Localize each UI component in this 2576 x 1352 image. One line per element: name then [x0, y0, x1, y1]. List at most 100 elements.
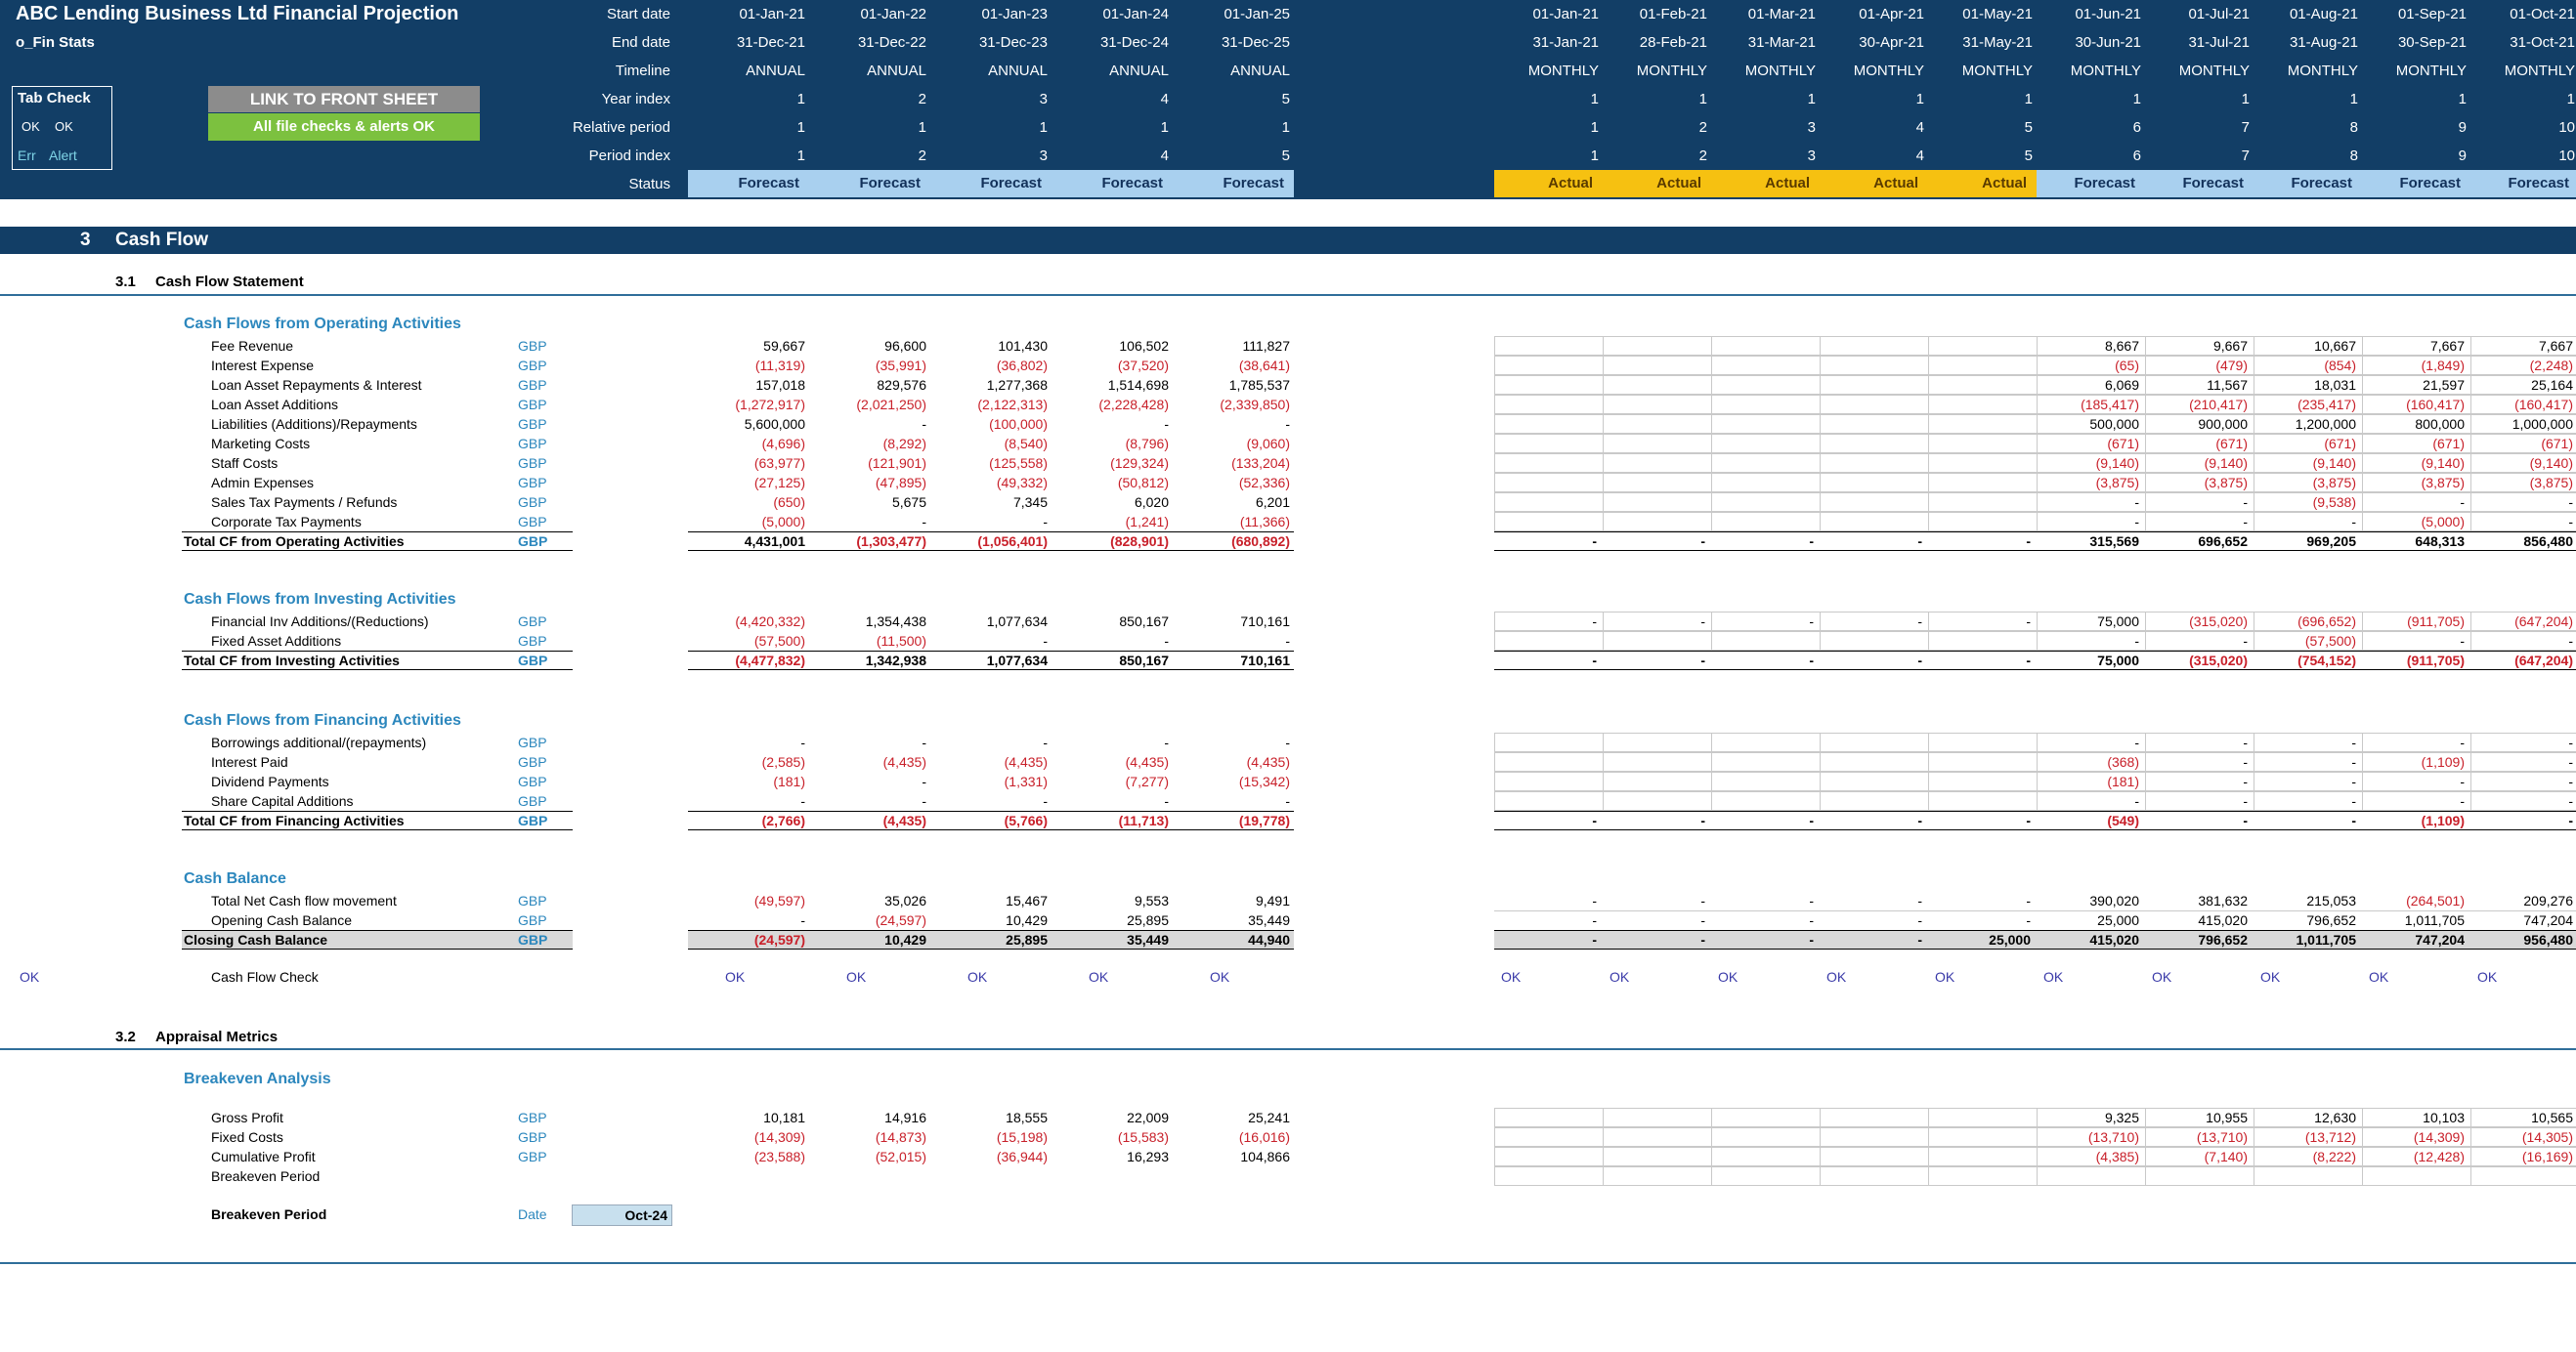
tab-check-box: Tab Check OK OK Err Alert — [12, 86, 112, 170]
check-ok-flag: OK — [1610, 969, 1630, 985]
row-staff: Staff Costs GBP (63,977) (121,901) (125,558)… — [0, 453, 2576, 473]
check-ok-flag: OK — [725, 969, 746, 985]
row-totfin: Total CF from Financing Activities GBP (2,… — [0, 811, 2576, 830]
row-unit: GBP — [518, 338, 547, 354]
annual-value: 35,449 — [1248, 912, 1290, 928]
monthly-value: - — [2243, 754, 2248, 770]
grid-cell — [1711, 492, 1821, 512]
grid-cell — [1494, 395, 1604, 414]
grid-cell — [1603, 492, 1712, 512]
monthly-value: 315,569 — [2089, 533, 2139, 549]
monthly-value: 10,103 — [2423, 1110, 2465, 1125]
annual-value: 710,161 — [1240, 653, 1290, 668]
row-label: Total CF from Financing Activities — [184, 813, 405, 828]
monthly-value: (9,140) — [2421, 455, 2465, 471]
row-fixedc: Fixed Costs GBP (14,309) (14,873) (15,198) (1… — [0, 1127, 2576, 1147]
header-monthly-timeline: MONTHLY — [1744, 63, 1816, 79]
row-unit: GBP — [518, 1110, 547, 1125]
grid-cell — [1820, 434, 1929, 453]
monthly-value: - — [2568, 735, 2573, 750]
annual-value: (1,303,477) — [856, 533, 926, 549]
row-label: Corporate Tax Payments — [211, 514, 362, 529]
grid-cell — [1494, 512, 1604, 531]
grid-cell — [1928, 375, 2038, 395]
monthly-value: - — [1592, 533, 1597, 549]
total-top-rule — [688, 531, 1294, 532]
grid-cell — [1820, 375, 1929, 395]
monthly-value: - — [2134, 494, 2139, 510]
status-forecast-cell: Forecast — [809, 170, 930, 197]
annual-value: (11,500) — [876, 633, 926, 649]
sheet-name: o_Fin Stats — [16, 34, 95, 51]
header-monthly-idx: 6 — [2132, 148, 2141, 164]
monthly-value: - — [1809, 893, 1814, 908]
row-label: Fixed Costs — [211, 1129, 283, 1145]
annual-value: 106,502 — [1119, 338, 1169, 354]
annual-value: 101,430 — [998, 338, 1048, 354]
grid-cell — [1820, 492, 1929, 512]
monthly-value: - — [1917, 932, 1922, 948]
annual-value: (11,319) — [754, 358, 805, 373]
file-checks-status[interactable]: All file checks & alerts OK — [208, 113, 480, 141]
monthly-value: (14,305) — [2521, 1129, 2573, 1145]
monthly-value: - — [1917, 533, 1922, 549]
monthly-value: - — [1917, 613, 1922, 629]
monthly-value: - — [2460, 774, 2465, 789]
monthly-value: - — [2568, 514, 2573, 529]
total-top-rule — [182, 531, 573, 532]
monthly-value: 390,020 — [2089, 893, 2139, 908]
annual-value: - — [800, 912, 805, 928]
row-cumprof: Cumulative Profit GBP (23,588) (52,015) (36,… — [0, 1147, 2576, 1166]
header-annual-timeline: ANNUAL — [1230, 63, 1290, 79]
annual-value: (14,873) — [875, 1129, 926, 1145]
monthly-value: 9,667 — [2212, 338, 2248, 354]
row-unit: GBP — [518, 754, 547, 770]
monthly-value: - — [1592, 932, 1597, 948]
grid-cell — [1928, 473, 2038, 492]
monthly-value: 696,652 — [2198, 533, 2248, 549]
annual-value: (15,583) — [1117, 1129, 1169, 1145]
header-monthly-timeline: MONTHLY — [2504, 63, 2575, 79]
breakeven-period-value[interactable]: Oct-24 — [572, 1204, 672, 1226]
annual-value: (11,713) — [1118, 813, 1169, 828]
monthly-value: - — [2568, 754, 2573, 770]
monthly-value: - — [1592, 912, 1597, 928]
row-label: Total Net Cash flow movement — [211, 893, 397, 908]
annual-value: (5,766) — [1004, 813, 1048, 828]
monthly-value: - — [2351, 514, 2356, 529]
row-totinv: Total CF from Investing Activities GBP (4,… — [0, 651, 2576, 670]
subsection-rule — [0, 294, 2576, 296]
annual-value: 850,167 — [1119, 653, 1169, 668]
monthly-value: 415,020 — [2089, 932, 2139, 948]
monthly-value: (1,109) — [2421, 813, 2465, 828]
monthly-value: 9,325 — [2104, 1110, 2139, 1125]
row-unit: GBP — [518, 613, 547, 629]
monthly-value: - — [2568, 633, 2573, 649]
monthly-value: 500,000 — [2089, 416, 2139, 432]
total-bottom-rule — [688, 949, 1294, 950]
header-annual-start: 01-Jan-21 — [739, 6, 805, 22]
monthly-value: (315,020) — [2189, 613, 2248, 629]
annual-value: (4,435) — [1004, 754, 1048, 770]
annual-value: 157,018 — [755, 377, 805, 393]
link-front-sheet-button[interactable]: LINK TO FRONT SHEET — [208, 86, 480, 112]
monthly-value: - — [2243, 793, 2248, 809]
annual-value: 1,785,537 — [1228, 377, 1290, 393]
tab-check-ok-value: OK — [55, 119, 73, 134]
operating-heading: Cash Flows from Operating Activities — [184, 316, 461, 332]
monthly-value: - — [1809, 912, 1814, 928]
header-monthly-end: 28-Feb-21 — [1639, 34, 1707, 51]
monthly-value: - — [2351, 774, 2356, 789]
total-bottom-rule — [1494, 669, 2576, 670]
monthly-value: (696,652) — [2297, 613, 2356, 629]
row-unit: GBP — [518, 358, 547, 373]
grid-cell — [1820, 772, 1929, 791]
monthly-value: 21,597 — [2423, 377, 2465, 393]
monthly-value: (65) — [2115, 358, 2139, 373]
monthly-value: 900,000 — [2198, 416, 2248, 432]
header-monthly-start: 01-Jul-21 — [2188, 6, 2250, 22]
total-top-rule — [1494, 531, 2576, 532]
row-label: Gross Profit — [211, 1110, 283, 1125]
check-ok-flag: OK — [1935, 969, 1955, 985]
grid-cell — [1711, 375, 1821, 395]
